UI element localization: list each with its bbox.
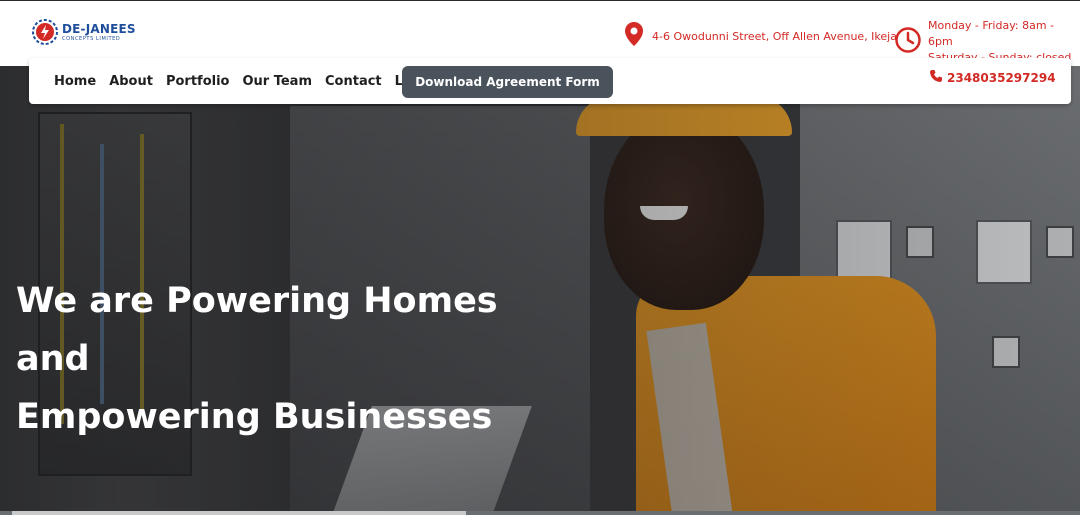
clock-icon — [894, 26, 922, 58]
hero-banner: We are Powering Homes and Empowering Bus… — [0, 66, 1080, 515]
hero-heading: We are Powering Homes and Empowering Bus… — [16, 272, 576, 446]
hero-heading-line1: We are Powering Homes and — [16, 281, 498, 379]
nav-item-portfolio[interactable]: Portfolio — [166, 74, 230, 89]
hours-weekday: Monday - Friday: 8am - 6pm — [928, 19, 1055, 48]
nav-item-our-team[interactable]: Our Team — [242, 74, 312, 89]
phone-icon — [929, 68, 943, 87]
phone-number: 2348035297294 — [947, 70, 1056, 85]
logo[interactable]: DE-JANEES CONCEPTS LIMITED — [30, 17, 136, 47]
nav-menu: Home About Portfolio Our Team Contact Lo… — [54, 74, 448, 89]
location-pin-icon — [624, 21, 644, 51]
logo-bolt-icon — [30, 17, 60, 47]
main-nav: Home About Portfolio Our Team Contact Lo… — [29, 58, 1071, 104]
nav-item-home[interactable]: Home — [54, 74, 96, 89]
phone-link[interactable]: 2348035297294 — [929, 68, 1056, 87]
download-agreement-button[interactable]: Download Agreement Form — [402, 66, 613, 98]
nav-item-about[interactable]: About — [109, 74, 153, 89]
logo-name: DE-JANEES — [62, 21, 136, 36]
hero-heading-line2: Empowering Businesses — [16, 397, 493, 437]
horizontal-scrollbar[interactable] — [12, 511, 466, 515]
top-header: DE-JANEES CONCEPTS LIMITED 4-6 Owodunni … — [0, 0, 1080, 67]
address-text: 4-6 Owodunni Street, Off Allen Avenue, I… — [652, 29, 897, 43]
nav-item-contact[interactable]: Contact — [325, 74, 382, 89]
address-block: 4-6 Owodunni Street, Off Allen Avenue, I… — [624, 21, 897, 51]
logo-sub: CONCEPTS LIMITED — [62, 35, 121, 42]
